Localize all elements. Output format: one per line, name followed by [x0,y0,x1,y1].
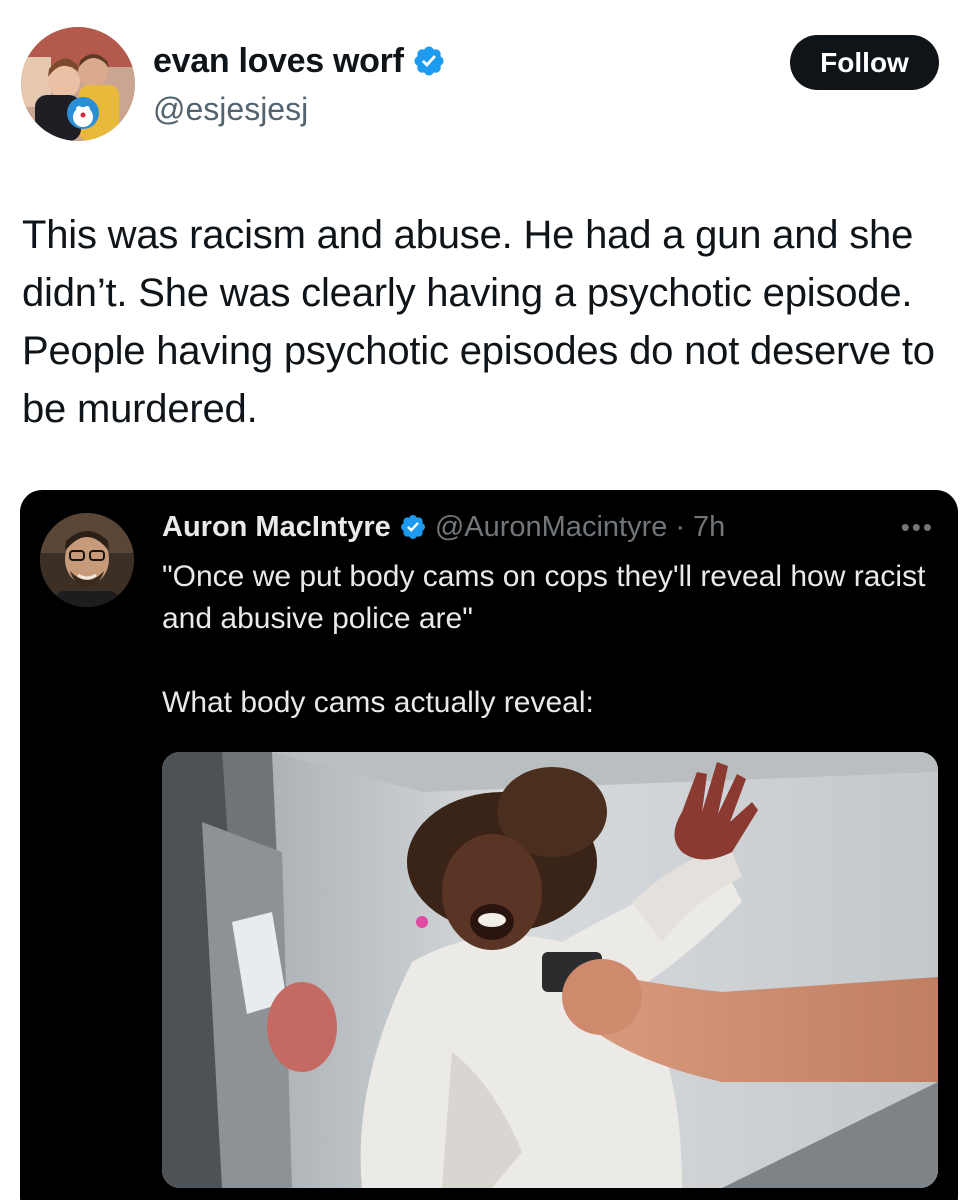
quoted-tweet-header: Auron MacIntyre @AuronMacintyre · 7h [162,508,725,546]
quoted-timestamp[interactable]: 7h [693,508,725,546]
author-name[interactable]: evan loves worf [153,41,446,81]
author-handle[interactable]: @esjesjesj [153,90,308,128]
separator-dot: · [675,511,686,543]
quoted-tweet-card[interactable]: Auron MacIntyre @AuronMacintyre · 7h •••… [20,490,958,1200]
verified-badge-icon [400,515,425,539]
verified-badge-icon [414,46,444,76]
quoted-author-handle[interactable]: @AuronMacintyre [435,508,668,546]
tweet-text: This was racism and abuse. He had a gun … [22,213,935,431]
quoted-author-avatar[interactable] [40,513,134,607]
author-avatar[interactable] [21,27,135,141]
ellipsis-icon[interactable]: ••• [901,512,934,543]
quoted-media-image[interactable] [162,752,938,1188]
follow-button[interactable]: Follow [790,35,939,90]
author-name-text[interactable]: evan loves worf [153,41,404,81]
quoted-tweet-text: "Once we put body cams on cops they'll r… [162,556,932,724]
tweet-page: evan loves worf @esjesjesj Follow This w… [0,0,977,1200]
quoted-author-name[interactable]: Auron MacIntyre [162,508,391,546]
quoted-text-line: "Once we put body cams on cops they'll r… [162,560,926,635]
quoted-text-line: What body cams actually reveal: [162,686,594,719]
